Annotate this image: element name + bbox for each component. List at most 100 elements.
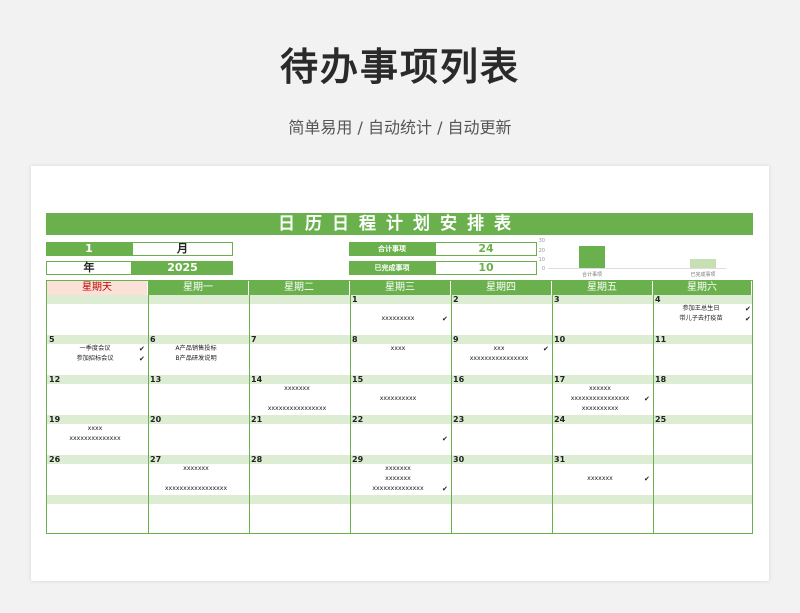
day-number: 30	[453, 455, 465, 464]
day-number: 1	[352, 295, 358, 304]
day-number: 10	[554, 335, 566, 344]
calendar-day-cell[interactable]: 27 xxxxxxx xxxxxxxxxxxxxxxxx	[148, 455, 249, 495]
calendar-day-cell[interactable]: 18	[653, 375, 754, 415]
done-check-icon[interactable]: ✔	[442, 315, 448, 323]
calendar-day-cell[interactable]: 21	[249, 415, 350, 455]
day-number: 17	[554, 375, 566, 384]
todo-item-text: xxxxxxxxxxxxxxxx	[469, 355, 529, 362]
calendar-day-cell[interactable]: 30	[451, 455, 552, 495]
day-number: 3	[554, 295, 560, 304]
category-label: 合计事项	[581, 272, 602, 278]
todo-item-text: xxxxxxxxxx	[581, 405, 619, 412]
done-items-value: 10	[435, 261, 537, 275]
calendar-day-cell[interactable]: 25	[653, 415, 754, 455]
day-number: 25	[655, 415, 667, 424]
todo-item-text: xxx	[493, 345, 505, 352]
calendar-grid: 星期天 星期一 星期二 星期三 星期四 星期五 星期六 1 xxxxxxxxx ✔ 2 3 4 参加王总生…	[46, 280, 753, 534]
total-items-label: 合计事项	[349, 242, 435, 256]
calendar-day-cell[interactable]: 8 xxxx	[350, 335, 451, 375]
done-check-icon[interactable]: ✔	[139, 345, 145, 353]
calendar-day-cell[interactable]: 2	[451, 295, 552, 335]
done-check-icon[interactable]: ✔	[442, 485, 448, 493]
calendar-day-cell[interactable]: 20	[148, 415, 249, 455]
weekday-header: 星期三	[350, 281, 451, 295]
chart-baseline	[548, 268, 726, 269]
bar-total	[579, 246, 605, 268]
year-label: 年	[46, 261, 132, 275]
weekday-header: 星期五	[552, 281, 653, 295]
calendar-day-cell[interactable]: 7	[249, 335, 350, 375]
year-value[interactable]: 2025	[132, 261, 233, 275]
calendar-day-cell[interactable]: 11	[653, 335, 754, 375]
month-label: 月	[132, 242, 233, 256]
calendar-day-cell[interactable]: 23	[451, 415, 552, 455]
todo-item-text: 参加招标会议	[76, 355, 114, 362]
calendar-day-cell[interactable]	[47, 295, 148, 335]
todo-item-text: xxxxxxxxx	[381, 315, 415, 322]
calendar-day-cell[interactable]: 1 xxxxxxxxx ✔	[350, 295, 451, 335]
done-check-icon[interactable]: ✔	[745, 305, 751, 313]
todo-item-text: xxxxxxxxxxxxxx	[372, 485, 424, 492]
done-check-icon[interactable]: ✔	[644, 395, 650, 403]
calendar-day-cell[interactable]: 13	[148, 375, 249, 415]
todo-item-text: xxxxxxx	[587, 475, 613, 482]
calendar-day-cell[interactable]: 12	[47, 375, 148, 415]
todo-item-text: xxxxxxx	[284, 385, 310, 392]
day-number: 18	[655, 375, 667, 384]
calendar-day-cell[interactable]: 6 A产品销售投标 B产品研发说明	[148, 335, 249, 375]
calendar-day-cell[interactable]: 5 一季度会议 ✔ 参加招标会议 ✔	[47, 335, 148, 375]
calendar-day-cell[interactable]: 29 xxxxxxx xxxxxxx xxxxxxxxxxxxxx ✔	[350, 455, 451, 495]
done-check-icon[interactable]: ✔	[442, 435, 448, 443]
calendar-banner: 日历日程计划安排表	[46, 213, 753, 235]
done-check-icon[interactable]: ✔	[139, 355, 145, 363]
todo-item-text: 参加王总生日	[682, 305, 720, 312]
day-number: 19	[49, 415, 61, 424]
calendar-day-cell[interactable]: 16	[451, 375, 552, 415]
calendar-day-cell[interactable]: 26	[47, 455, 148, 495]
todo-item-text: xxxx	[87, 425, 103, 432]
todo-item-text: xxxxxxx	[385, 465, 411, 472]
day-number: 8	[352, 335, 358, 344]
done-items-label: 已完成事项	[349, 261, 435, 275]
todo-item-text: B产品研发说明	[175, 355, 217, 362]
done-check-icon[interactable]: ✔	[644, 475, 650, 483]
day-number: 22	[352, 415, 364, 424]
done-check-icon[interactable]: ✔	[543, 345, 549, 353]
todo-item-text: xxxxxxxxxxxxxxxx	[570, 395, 630, 402]
calendar-day-cell[interactable]: 28	[249, 455, 350, 495]
weekday-header: 星期一	[148, 281, 249, 295]
calendar-day-cell[interactable]: 22 ✔	[350, 415, 451, 455]
todo-item-text: xxxxxxx	[183, 465, 209, 472]
calendar-day-cell[interactable]: 31 xxxxxxx ✔	[552, 455, 653, 495]
todo-item-text: 带儿子去打疫苗	[679, 315, 723, 322]
calendar-day-cell[interactable]: 14 xxxxxxx xxxxxxxxxxxxxxxx	[249, 375, 350, 415]
calendar-day-cell[interactable]: 9 xxx ✔ xxxxxxxxxxxxxxxx	[451, 335, 552, 375]
week-day-number-band	[47, 495, 752, 504]
calendar-day-cell[interactable]: 17 xxxxxx xxxxxxxxxxxxxxxx ✔ xxxxxxxxxx	[552, 375, 653, 415]
day-number: 21	[251, 415, 263, 424]
y-tick-label: 10	[538, 257, 545, 263]
day-number: 7	[251, 335, 257, 344]
calendar-day-cell[interactable]: 19 xxxx xxxxxxxxxxxxxx	[47, 415, 148, 455]
calendar-day-cell[interactable]: 3	[552, 295, 653, 335]
calendar-day-cell[interactable]	[653, 455, 754, 495]
day-number: 9	[453, 335, 459, 344]
day-number: 31	[554, 455, 566, 464]
day-number: 15	[352, 375, 364, 384]
calendar-day-cell[interactable]: 15 xxxxxxxxxx	[350, 375, 451, 415]
calendar-day-cell[interactable]	[249, 295, 350, 335]
calendar-day-cell[interactable]	[148, 295, 249, 335]
day-number: 20	[150, 415, 162, 424]
month-value[interactable]: 1	[46, 242, 132, 256]
calendar-day-cell[interactable]: 4 参加王总生日 ✔ 带儿子去打疫苗 ✔	[653, 295, 754, 335]
category-label: 已完成事项	[690, 272, 716, 278]
y-tick-label: 20	[538, 248, 545, 254]
day-number: 16	[453, 375, 465, 384]
done-check-icon[interactable]: ✔	[745, 315, 751, 323]
day-number: 12	[49, 375, 61, 384]
calendar-day-cell[interactable]: 24	[552, 415, 653, 455]
todo-item-text: xxxxxxxxxxxxxxxx	[267, 405, 327, 412]
calendar-day-cell[interactable]: 10	[552, 335, 653, 375]
todo-item-text: xxxxxxxxxx	[379, 395, 417, 402]
day-number: 29	[352, 455, 364, 464]
